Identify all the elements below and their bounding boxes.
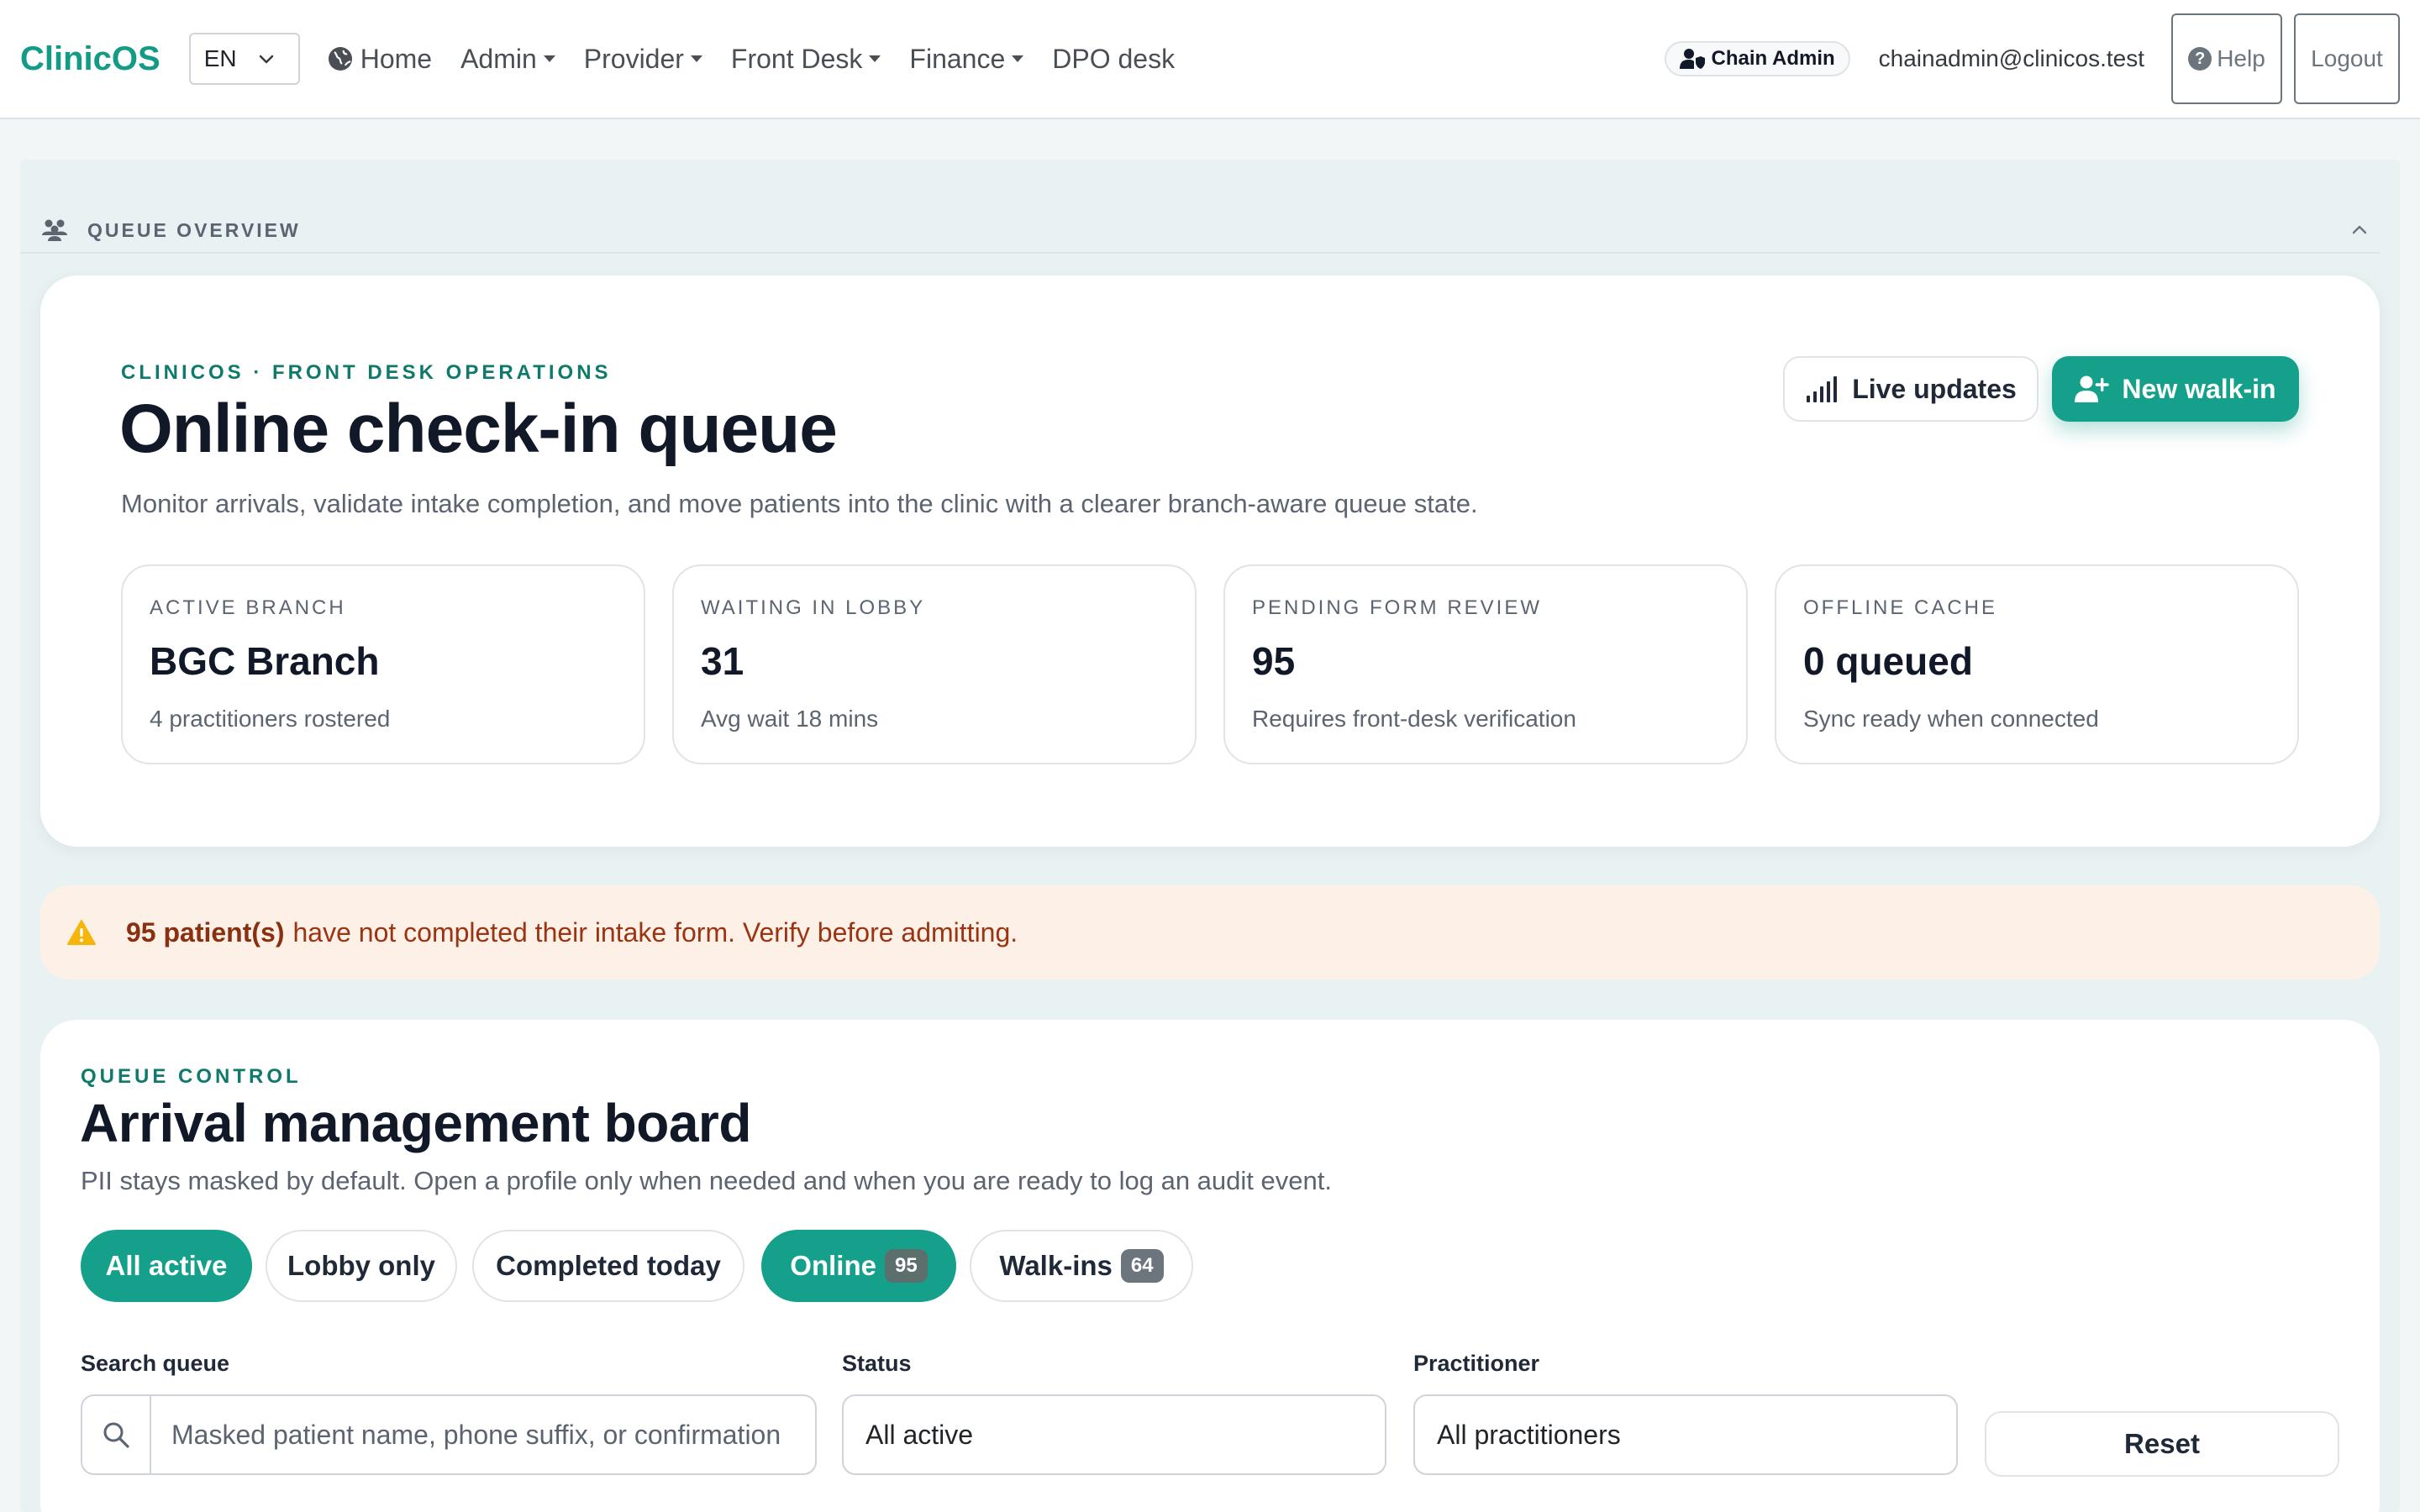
practitioner-select[interactable]: All practitioners (1413, 1394, 1958, 1475)
filter-label: Online (790, 1250, 876, 1281)
count-badge: 64 (1120, 1249, 1164, 1283)
board-eyebrow: QUEUE CONTROL (81, 1065, 302, 1088)
page-title: Online check-in queue (119, 391, 838, 467)
filter-label: Completed today (496, 1250, 721, 1281)
nav-provider-dropdown[interactable]: Provider (584, 44, 702, 75)
nav-finance-label: Finance (909, 43, 1006, 74)
queue-hero-card: CLINICOS · FRONT DESK OPERATIONS Online … (40, 276, 2380, 847)
warning-triangle-icon (67, 920, 96, 945)
status-value: All active (865, 1419, 974, 1450)
section-title: QUEUE OVERVIEW (87, 218, 301, 241)
stat-label: WAITING IN LOBBY (701, 596, 926, 619)
stat-note: Avg wait 18 mins (701, 706, 879, 732)
brand-logo[interactable]: ClinicOS (20, 40, 160, 78)
stat-card-active-branch: ACTIVE BRANCH BGC Branch 4 practitioners… (121, 564, 645, 764)
help-button[interactable]: ? Help (2171, 13, 2282, 104)
intake-warning-alert: 95 patient(s) have not completed their i… (40, 885, 2380, 979)
queue-overview-header[interactable]: QUEUE OVERVIEW (20, 208, 2380, 254)
filter-completed-today[interactable]: Completed today (472, 1230, 744, 1302)
live-updates-label: Live updates (1852, 373, 2017, 404)
nav-front-desk-dropdown[interactable]: Front Desk (731, 44, 881, 75)
search-addon (82, 1396, 151, 1473)
filter-label: All active (105, 1250, 228, 1281)
practitioner-value: All practitioners (1437, 1419, 1621, 1450)
reset-label: Reset (2124, 1428, 2200, 1459)
stat-card-offline-cache: OFFLINE CACHE 0 queued Sync ready when c… (1775, 564, 2299, 764)
status-label: Status (842, 1351, 912, 1376)
nav-admin-label: Admin (460, 43, 537, 74)
language-select[interactable]: EN (188, 33, 300, 85)
stat-label: ACTIVE BRANCH (150, 596, 346, 619)
filter-lobby-only[interactable]: Lobby only (266, 1230, 457, 1302)
role-badge: Chain Admin (1664, 41, 1850, 76)
alert-count: 95 patient(s) (126, 916, 285, 948)
top-navbar: ClinicOS EN Home Admin Provider Front De… (0, 0, 2420, 119)
hero-eyebrow: CLINICOS · FRONT DESK OPERATIONS (121, 361, 612, 384)
nav-front-desk-label: Front Desk (730, 43, 863, 74)
caret-down-icon (543, 55, 555, 62)
nav-finance-dropdown[interactable]: Finance (909, 43, 1024, 75)
stat-note: Requires front-desk verification (1252, 706, 1576, 732)
search-field-group (81, 1394, 817, 1475)
user-plus-icon (2075, 375, 2110, 402)
signal-bars-icon (1807, 376, 1838, 402)
stat-card-waiting-lobby: WAITING IN LOBBY 31 Avg wait 18 mins (672, 564, 1197, 764)
nav-home[interactable]: Home (327, 44, 432, 75)
board-subtitle: PII stays masked by default. Open a prof… (81, 1166, 1332, 1195)
search-icon (103, 1422, 129, 1448)
live-updates-button[interactable]: Live updates (1783, 356, 2039, 422)
stat-note: Sync ready when connected (1803, 706, 2099, 732)
user-shield-icon (1679, 49, 1705, 69)
filter-online[interactable]: Online 95 (761, 1230, 956, 1302)
globe-icon (328, 47, 352, 71)
stat-card-pending-review: PENDING FORM REVIEW 95 Requires front-de… (1223, 564, 1748, 764)
stat-label: OFFLINE CACHE (1803, 596, 1998, 619)
language-value: EN (203, 45, 237, 71)
help-label: Help (2217, 45, 2265, 71)
chevron-down-icon (259, 55, 273, 64)
caret-down-icon (1012, 55, 1024, 62)
nav-dpo-desk[interactable]: DPO desk (1052, 44, 1175, 75)
search-input[interactable] (151, 1396, 815, 1473)
new-walkin-label: New walk-in (2122, 373, 2276, 404)
stat-note: 4 practitioners rostered (150, 706, 391, 732)
question-circle-icon: ? (2188, 47, 2212, 71)
stat-value: 95 (1252, 639, 1296, 683)
reset-button[interactable]: Reset (1985, 1411, 2339, 1477)
arrival-board-card: QUEUE CONTROL Arrival management board P… (40, 1020, 2380, 1512)
filter-label: Lobby only (287, 1250, 435, 1281)
filter-walkins[interactable]: Walk-ins 64 (970, 1230, 1193, 1302)
nav-home-label: Home (360, 43, 433, 74)
role-badge-label: Chain Admin (1711, 47, 1835, 70)
count-badge: 95 (884, 1249, 928, 1283)
stat-value: 31 (701, 639, 744, 683)
practitioner-label: Practitioner (1413, 1351, 1540, 1376)
stat-label: PENDING FORM REVIEW (1252, 596, 1543, 619)
user-email: chainadmin@clinicos.test (1878, 45, 2144, 71)
nav-admin-dropdown[interactable]: Admin (460, 44, 555, 75)
stat-value: BGC Branch (150, 639, 380, 683)
caret-down-icon (869, 55, 881, 62)
alert-text: have not completed their intake form. Ve… (292, 916, 1018, 948)
navbar-right: Chain Admin chainadmin@clinicos.test ? H… (1664, 13, 2400, 104)
status-select[interactable]: All active (842, 1394, 1386, 1475)
nav-dpo-desk-label: DPO desk (1052, 43, 1176, 74)
hero-subtitle: Monitor arrivals, validate intake comple… (121, 489, 1478, 518)
nav-provider-label: Provider (583, 43, 684, 74)
filter-label: Walk-ins (999, 1250, 1113, 1281)
board-title: Arrival management board (80, 1093, 751, 1153)
new-walkin-button[interactable]: New walk-in (2052, 356, 2299, 422)
caret-down-icon (690, 55, 702, 62)
logout-label: Logout (2311, 45, 2383, 71)
filter-all-active[interactable]: All active (81, 1230, 252, 1302)
stat-value: 0 queued (1803, 639, 1973, 683)
chevron-up-icon[interactable] (2348, 218, 2371, 242)
logout-button[interactable]: Logout (2294, 13, 2400, 104)
people-icon (42, 219, 67, 241)
search-label: Search queue (81, 1351, 230, 1376)
